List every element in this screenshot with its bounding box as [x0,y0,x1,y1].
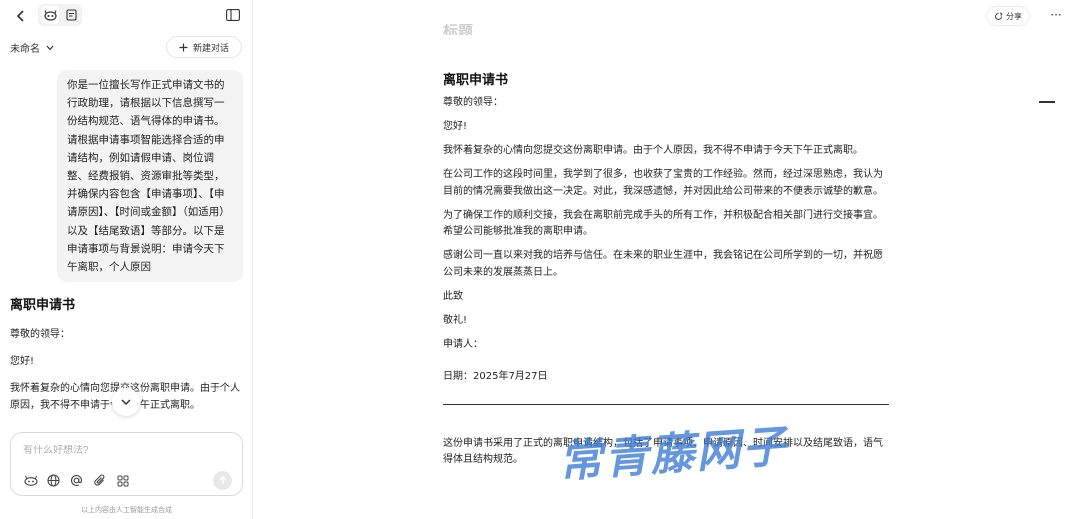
divider [443,403,889,405]
ghost-heading: 标题 [443,24,474,35]
paperclip-icon [93,474,104,486]
doc-paragraph: 我怀着复杂的心情向您提交这份离职申请。由于个人原因，我不得不申请于今天下午正式离… [443,145,863,156]
chevron-left-icon [16,10,24,22]
doc-paragraph: 您好! [443,121,468,132]
share-icon [995,11,1003,20]
chat-view-tab[interactable] [41,6,59,24]
conversation-name: 未命名 [10,44,40,55]
scroll-to-bottom-button[interactable] [112,388,140,416]
chevron-down-icon [121,398,131,405]
attach-button[interactable] [92,473,107,488]
reply-title: 离职申请书 [10,298,76,313]
assistant-logo-icon [43,9,57,21]
document-title: 离职申请书 [443,73,509,88]
conversation-name-dropdown[interactable]: 未命名 [10,40,54,55]
ai-disclaimer: 以上内容由人工智能生成合成 [81,506,172,514]
chat-input-box [10,432,243,496]
web-search-button[interactable] [46,473,61,488]
doc-paragraph: 为了确保工作的顺利交接，我会在离职前完成手头的所有工作，并积极配合相关部门进行交… [443,209,883,238]
share-label: 分享 [1006,11,1022,21]
document-view-tab[interactable] [62,6,80,24]
input-toolbar [23,473,130,488]
doc-paragraph: 在公司工作的这段时间里，我学到了很多，也收获了宝贵的工作经验。然而，经过深思熟虑… [443,169,883,197]
skills-button[interactable] [115,473,130,488]
share-button[interactable]: 分享 [986,6,1030,26]
conversation-header: 未命名 新建对话 [0,36,252,58]
new-chat-label: 新建对话 [192,43,229,54]
doc-paragraph: 敬礼! [443,314,468,326]
user-message-bubble: 你是一位擅长写作正式申请文书的行政助理，请根据以下信息撰写一份结构规范、语气得体… [57,70,243,283]
collapse-handle[interactable] [1039,101,1055,103]
new-chat-button[interactable]: 新建对话 [166,36,242,58]
chat-toolbar [0,0,252,32]
doc-paragraph: 日期：2025年7月27日 [443,371,548,382]
globe-icon [47,474,60,487]
arrow-up-icon [219,476,226,484]
doc-paragraph: 此致 [443,290,463,302]
app-window: 未命名 新建对话 你是一位擅长写作正式申请文书的行政助理，请根据以下信息撰写一份… [0,0,1080,519]
view-switcher [38,4,82,26]
mention-button[interactable] [69,473,84,488]
reply-paragraph: 您好! [10,356,35,367]
toggle-sidebar-button[interactable] [225,7,241,23]
sidebar-icon [226,9,240,21]
grid-icon [117,475,128,486]
assistant-logo-icon [23,475,38,486]
chevron-down-icon [46,45,54,50]
at-sign-icon [70,474,83,486]
document-icon [65,9,77,21]
chat-input[interactable] [23,445,223,456]
document-body: 尊敬的领导： 您好! 我怀着复杂的心情向您提交这份离职申请。由于个人原因，我不得… [443,95,889,469]
doc-paragraph: 申请人： [443,338,483,350]
send-button[interactable] [213,471,232,490]
chat-panel: 未命名 新建对话 你是一位擅长写作正式申请文书的行政助理，请根据以下信息撰写一份… [0,0,253,519]
back-button[interactable] [12,7,30,25]
doc-paragraph: 尊敬的领导： [443,97,503,108]
reply-paragraph: 尊敬的领导： [10,329,70,340]
doc-paragraph: 感谢公司一直以来对我的培养与信任。在未来的职业生涯中，我会铭记在公司所学到的一切… [443,250,883,278]
model-button[interactable] [23,473,38,488]
plus-icon [179,43,188,51]
more-options-button[interactable]: ··· [1048,7,1064,23]
